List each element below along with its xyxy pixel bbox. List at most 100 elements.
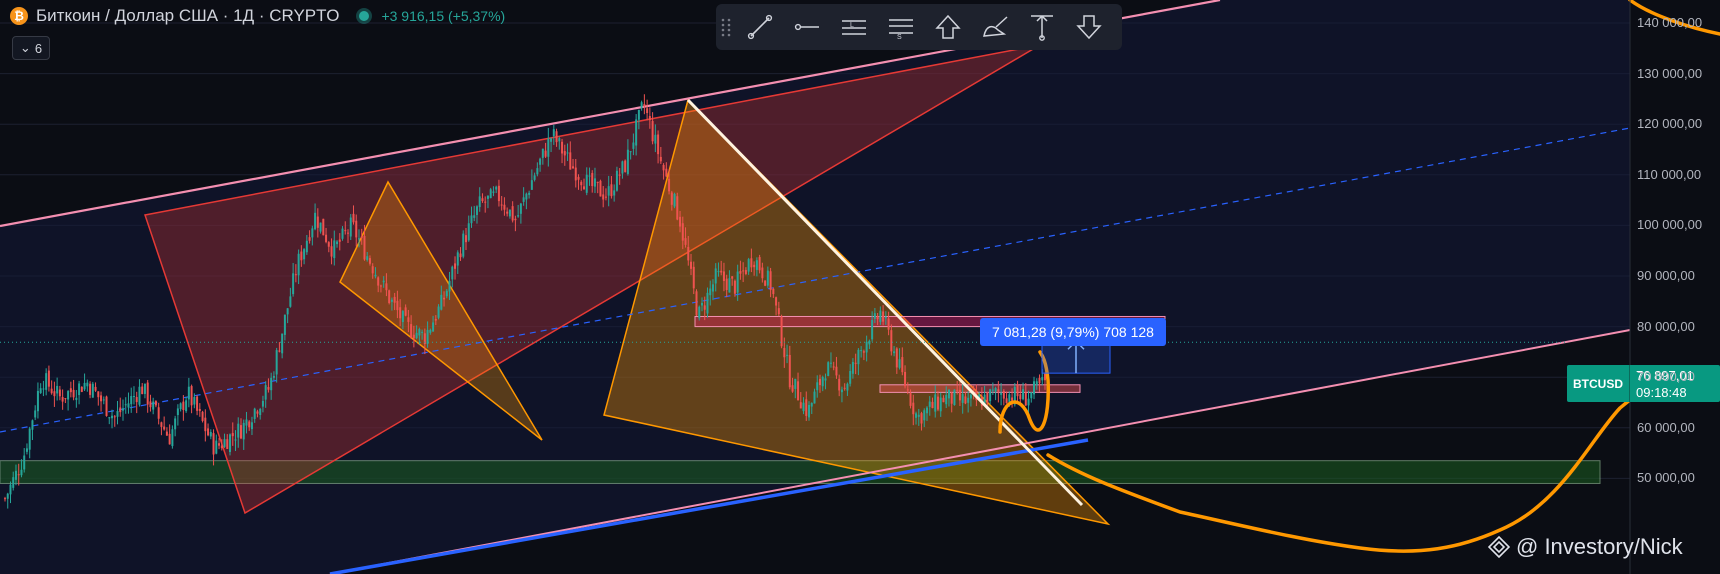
candle-body-197 xyxy=(544,150,547,157)
candle-body-167 xyxy=(462,233,465,257)
candle-body-75 xyxy=(209,432,212,437)
candle-body-352 xyxy=(969,394,972,399)
candle-body-181 xyxy=(500,204,503,206)
candle-body-52 xyxy=(146,382,149,405)
price-chart[interactable] xyxy=(0,0,1720,574)
candle-body-152 xyxy=(421,331,424,333)
candle-body-146 xyxy=(404,307,407,316)
candle-body-378 xyxy=(1041,377,1044,381)
candle-body-249 xyxy=(687,246,690,261)
symbol-title[interactable]: Биткоин / Доллар США · 1Д · CRYPTO xyxy=(36,6,339,26)
candle-body-297 xyxy=(818,378,821,386)
candle-body-36 xyxy=(102,399,105,401)
candle-body-189 xyxy=(522,197,525,202)
candle-body-304 xyxy=(838,378,841,391)
price-change: +3 916,15 (+5,37%) xyxy=(381,8,506,24)
candle-body-275 xyxy=(758,257,761,271)
horizontal-ray-icon[interactable] xyxy=(783,4,830,50)
candle-body-132 xyxy=(366,256,369,260)
candle-body-39 xyxy=(111,415,114,419)
candle-body-148 xyxy=(410,324,413,338)
candle-body-48 xyxy=(135,397,138,403)
candle-body-186 xyxy=(514,218,517,221)
candle-body-362 xyxy=(997,389,1000,392)
price-axis-label: 70 000,00 xyxy=(1637,369,1695,385)
candle-body-334 xyxy=(920,413,923,424)
candle-body-131 xyxy=(363,235,366,260)
candle-body-32 xyxy=(91,383,94,398)
candle-body-147 xyxy=(407,317,410,322)
candle-body-245 xyxy=(676,196,679,220)
candle-body-313 xyxy=(862,351,865,353)
candle-body-45 xyxy=(127,403,130,408)
candle-body-5 xyxy=(17,474,20,476)
brush-icon[interactable] xyxy=(971,4,1018,50)
candle-body-281 xyxy=(775,297,778,306)
candle-body-116 xyxy=(322,218,325,236)
candle-body-161 xyxy=(445,290,448,297)
candle-body-198 xyxy=(547,138,550,157)
candle-body-129 xyxy=(357,238,360,240)
candle-body-169 xyxy=(467,223,470,241)
candle-body-240 xyxy=(662,165,665,171)
candle-body-265 xyxy=(731,276,734,279)
candle-body-305 xyxy=(840,389,843,393)
candle-body-332 xyxy=(915,413,918,418)
candle-body-210 xyxy=(580,181,583,186)
short-position-icon[interactable]: S xyxy=(877,4,924,50)
candle-body-173 xyxy=(478,196,481,208)
candle-body-174 xyxy=(481,198,484,201)
candle-body-252 xyxy=(695,291,698,316)
candle-body-199 xyxy=(550,138,553,142)
candle-body-293 xyxy=(808,404,811,418)
candle-body-113 xyxy=(314,212,317,230)
trend-line-icon[interactable] xyxy=(736,4,783,50)
candle-body-55 xyxy=(154,401,157,406)
svg-text:L: L xyxy=(850,22,854,29)
candle-body-298 xyxy=(821,376,824,387)
candle-body-20 xyxy=(58,389,61,397)
arrow-down-icon[interactable] xyxy=(1065,4,1112,50)
price-range-icon[interactable] xyxy=(1018,4,1065,50)
candle-body-65 xyxy=(182,401,185,411)
chart-header: ₿ Биткоин / Доллар США · 1Д · CRYPTO +3 … xyxy=(10,6,505,26)
candle-body-251 xyxy=(692,266,695,289)
candle-body-307 xyxy=(846,383,849,391)
candle-body-122 xyxy=(338,239,341,242)
indicators-collapse-button[interactable]: ⌄ 6 xyxy=(12,36,50,60)
candle-body-215 xyxy=(593,178,596,187)
drag-handle-icon[interactable] xyxy=(716,4,736,50)
candle-body-7 xyxy=(23,455,26,470)
candle-body-47 xyxy=(132,396,135,398)
candle-body-86 xyxy=(239,425,242,439)
candle-body-22 xyxy=(64,398,67,400)
candle-body-184 xyxy=(508,209,511,217)
price-axis-label: 90 000,00 xyxy=(1637,268,1695,283)
candle-body-159 xyxy=(440,294,443,310)
candle-body-14 xyxy=(42,388,45,390)
candle-body-4 xyxy=(14,470,17,480)
candle-body-42 xyxy=(119,407,122,413)
candle-body-246 xyxy=(679,216,682,227)
candle-body-17 xyxy=(50,388,53,394)
candle-body-155 xyxy=(429,329,432,333)
candle-body-296 xyxy=(816,382,819,391)
candle-body-214 xyxy=(591,172,594,187)
candle-body-256 xyxy=(706,292,709,314)
candle-body-11 xyxy=(34,410,37,418)
candle-body-328 xyxy=(904,371,907,387)
candle-body-139 xyxy=(385,283,388,291)
candle-body-373 xyxy=(1027,398,1030,406)
candle-body-107 xyxy=(297,253,300,276)
candle-body-359 xyxy=(989,389,992,402)
candle-body-350 xyxy=(964,396,967,404)
candle-body-138 xyxy=(382,280,385,283)
author-watermark: @ Investory/Nick xyxy=(1488,534,1683,560)
arrow-up-icon[interactable] xyxy=(924,4,971,50)
candle-body-367 xyxy=(1011,397,1014,401)
candle-body-163 xyxy=(451,266,454,280)
candle-body-331 xyxy=(912,402,915,415)
candle-body-85 xyxy=(237,423,240,438)
long-position-icon[interactable]: L xyxy=(830,4,877,50)
candle-body-185 xyxy=(511,206,514,221)
